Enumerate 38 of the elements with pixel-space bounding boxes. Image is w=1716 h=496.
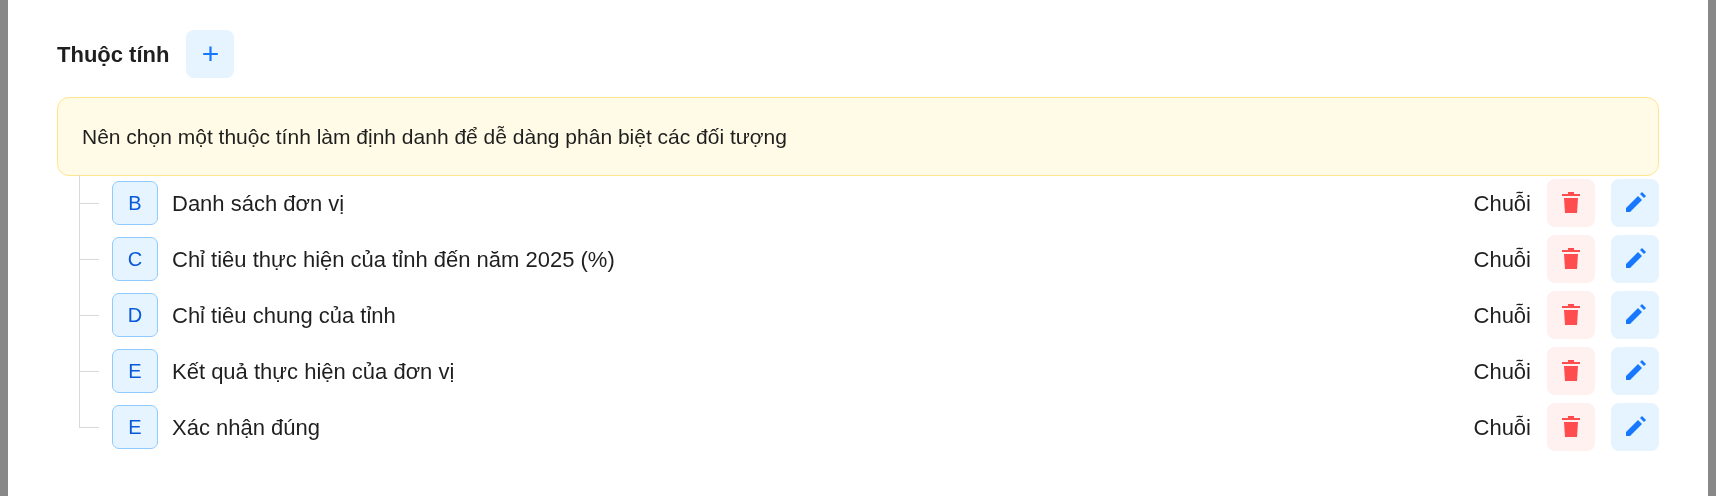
trash-icon (1562, 248, 1580, 270)
attribute-name: Kết quả thực hiện của đơn vị (172, 357, 456, 386)
section-title: Thuộc tính (57, 40, 170, 69)
attribute-name: Chỉ tiêu chung của tỉnh (172, 301, 397, 330)
pencil-icon (1624, 304, 1646, 326)
delete-button[interactable] (1547, 179, 1595, 227)
edit-button[interactable] (1611, 403, 1659, 451)
attribute-name: Xác nhận đúng (172, 413, 322, 442)
delete-button[interactable] (1547, 291, 1595, 339)
letter-badge: E (112, 405, 158, 449)
edit-button[interactable] (1611, 347, 1659, 395)
edit-button[interactable] (1611, 291, 1659, 339)
pencil-icon (1624, 192, 1646, 214)
trash-icon (1562, 304, 1580, 326)
attribute-name: Danh sách đơn vị (172, 189, 346, 218)
letter-badge: B (112, 181, 158, 225)
edit-button[interactable] (1611, 179, 1659, 227)
letter-badge: E (112, 349, 158, 393)
trash-icon (1562, 416, 1580, 438)
letter-badge: D (112, 293, 158, 337)
pencil-icon (1624, 248, 1646, 270)
notice-message: Nên chọn một thuộc tính làm định danh để dễ dàng phân biệt các đối tượng (57, 97, 1659, 176)
attribute-type: Chuỗi (1473, 357, 1531, 386)
letter-badge: C (112, 237, 158, 281)
attribute-name: Chỉ tiêu thực hiện của tỉnh đến năm 2025 (%) (172, 245, 616, 274)
pencil-icon (1624, 416, 1646, 438)
delete-button[interactable] (1547, 403, 1595, 451)
edit-button[interactable] (1611, 235, 1659, 283)
delete-button[interactable] (1547, 235, 1595, 283)
delete-button[interactable] (1547, 347, 1595, 395)
trash-icon (1562, 192, 1580, 214)
attribute-type: Chuỗi (1473, 189, 1531, 218)
add-button[interactable]: + (186, 30, 235, 78)
attribute-type: Chuỗi (1473, 245, 1531, 274)
trash-icon (1562, 360, 1580, 382)
pencil-icon (1624, 360, 1646, 382)
attribute-type: Chuỗi (1473, 413, 1531, 442)
attribute-type: Chuỗi (1473, 301, 1531, 330)
